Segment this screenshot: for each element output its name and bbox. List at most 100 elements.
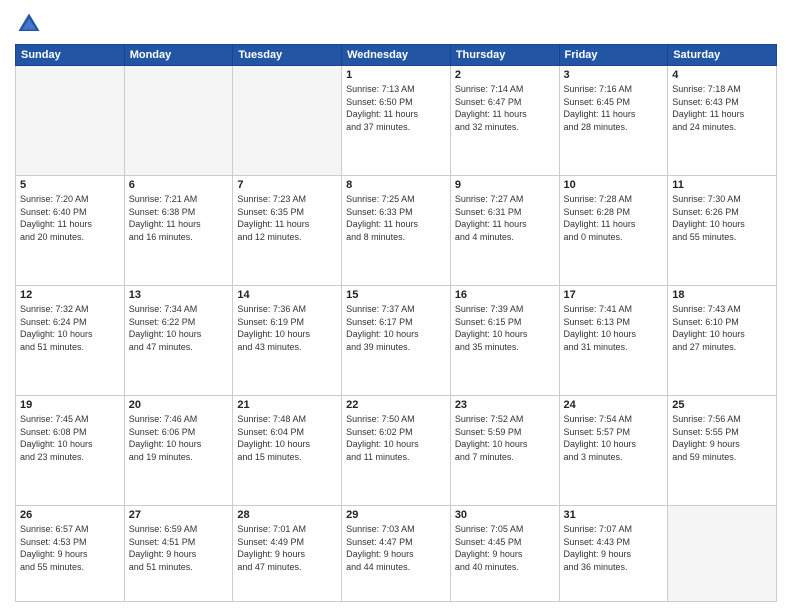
- day-number: 25: [672, 399, 772, 411]
- day-number: 26: [20, 509, 120, 521]
- day-info: Sunrise: 7:52 AMSunset: 5:59 PMDaylight:…: [455, 413, 555, 463]
- day-number: 16: [455, 289, 555, 301]
- day-number: 9: [455, 179, 555, 191]
- calendar-cell: 8 Sunrise: 7:25 AMSunset: 6:33 PMDaylight…: [342, 176, 451, 286]
- day-number: 24: [564, 399, 664, 411]
- day-number: 28: [237, 509, 337, 521]
- day-info: Sunrise: 7:46 AMSunset: 6:06 PMDaylight:…: [129, 413, 229, 463]
- day-number: 23: [455, 399, 555, 411]
- weekday-header: Monday: [124, 45, 233, 66]
- day-number: 11: [672, 179, 772, 191]
- day-info: Sunrise: 7:39 AMSunset: 6:15 PMDaylight:…: [455, 303, 555, 353]
- calendar-cell: 15 Sunrise: 7:37 AMSunset: 6:17 PMDayligh…: [342, 286, 451, 396]
- day-number: 12: [20, 289, 120, 301]
- day-info: Sunrise: 7:30 AMSunset: 6:26 PMDaylight:…: [672, 193, 772, 243]
- day-info: Sunrise: 7:41 AMSunset: 6:13 PMDaylight:…: [564, 303, 664, 353]
- day-info: Sunrise: 7:21 AMSunset: 6:38 PMDaylight:…: [129, 193, 229, 243]
- day-info: Sunrise: 7:48 AMSunset: 6:04 PMDaylight:…: [237, 413, 337, 463]
- calendar-cell: [16, 66, 125, 176]
- weekday-header: Saturday: [668, 45, 777, 66]
- calendar-cell: 21 Sunrise: 7:48 AMSunset: 6:04 PMDayligh…: [233, 396, 342, 506]
- calendar-cell: 18 Sunrise: 7:43 AMSunset: 6:10 PMDayligh…: [668, 286, 777, 396]
- day-number: 14: [237, 289, 337, 301]
- day-info: Sunrise: 7:18 AMSunset: 6:43 PMDaylight:…: [672, 83, 772, 133]
- day-info: Sunrise: 7:13 AMSunset: 6:50 PMDaylight:…: [346, 83, 446, 133]
- calendar-cell: 13 Sunrise: 7:34 AMSunset: 6:22 PMDayligh…: [124, 286, 233, 396]
- calendar-cell: 9 Sunrise: 7:27 AMSunset: 6:31 PMDaylight…: [450, 176, 559, 286]
- calendar-cell: 14 Sunrise: 7:36 AMSunset: 6:19 PMDayligh…: [233, 286, 342, 396]
- day-info: Sunrise: 7:27 AMSunset: 6:31 PMDaylight:…: [455, 193, 555, 243]
- day-info: Sunrise: 7:07 AMSunset: 4:43 PMDaylight:…: [564, 523, 664, 573]
- calendar-cell: [668, 506, 777, 602]
- weekday-header: Thursday: [450, 45, 559, 66]
- day-number: 17: [564, 289, 664, 301]
- calendar-cell: 23 Sunrise: 7:52 AMSunset: 5:59 PMDayligh…: [450, 396, 559, 506]
- calendar-cell: 30 Sunrise: 7:05 AMSunset: 4:45 PMDayligh…: [450, 506, 559, 602]
- calendar-cell: 10 Sunrise: 7:28 AMSunset: 6:28 PMDayligh…: [559, 176, 668, 286]
- day-info: Sunrise: 7:16 AMSunset: 6:45 PMDaylight:…: [564, 83, 664, 133]
- calendar-cell: 2 Sunrise: 7:14 AMSunset: 6:47 PMDaylight…: [450, 66, 559, 176]
- day-info: Sunrise: 7:36 AMSunset: 6:19 PMDaylight:…: [237, 303, 337, 353]
- weekday-header: Friday: [559, 45, 668, 66]
- day-number: 2: [455, 69, 555, 81]
- day-number: 18: [672, 289, 772, 301]
- calendar-cell: 28 Sunrise: 7:01 AMSunset: 4:49 PMDayligh…: [233, 506, 342, 602]
- day-info: Sunrise: 7:45 AMSunset: 6:08 PMDaylight:…: [20, 413, 120, 463]
- calendar-cell: 11 Sunrise: 7:30 AMSunset: 6:26 PMDayligh…: [668, 176, 777, 286]
- day-number: 8: [346, 179, 446, 191]
- logo-icon: [15, 10, 43, 38]
- calendar-cell: 4 Sunrise: 7:18 AMSunset: 6:43 PMDaylight…: [668, 66, 777, 176]
- day-info: Sunrise: 7:34 AMSunset: 6:22 PMDaylight:…: [129, 303, 229, 353]
- weekday-header: Tuesday: [233, 45, 342, 66]
- day-info: Sunrise: 7:28 AMSunset: 6:28 PMDaylight:…: [564, 193, 664, 243]
- day-number: 5: [20, 179, 120, 191]
- weekday-header: Sunday: [16, 45, 125, 66]
- weekday-header: Wednesday: [342, 45, 451, 66]
- calendar-cell: 5 Sunrise: 7:20 AMSunset: 6:40 PMDaylight…: [16, 176, 125, 286]
- calendar-cell: [233, 66, 342, 176]
- calendar-cell: 27Sunrise: 6:59 AMSunset: 4:51 PMDayligh…: [124, 506, 233, 602]
- day-info: Sunrise: 7:03 AMSunset: 4:47 PMDaylight:…: [346, 523, 446, 573]
- calendar-cell: 1 Sunrise: 7:13 AMSunset: 6:50 PMDaylight…: [342, 66, 451, 176]
- day-number: 3: [564, 69, 664, 81]
- day-info: Sunrise: 7:25 AMSunset: 6:33 PMDaylight:…: [346, 193, 446, 243]
- day-number: 4: [672, 69, 772, 81]
- day-number: 6: [129, 179, 229, 191]
- calendar-cell: 3 Sunrise: 7:16 AMSunset: 6:45 PMDaylight…: [559, 66, 668, 176]
- day-number: 1: [346, 69, 446, 81]
- day-number: 19: [20, 399, 120, 411]
- calendar-cell: 7Sunrise: 7:23 AMSunset: 6:35 PMDaylight…: [233, 176, 342, 286]
- calendar-cell: 31 Sunrise: 7:07 AMSunset: 4:43 PMDayligh…: [559, 506, 668, 602]
- calendar-cell: 25 Sunrise: 7:56 AMSunset: 5:55 PMDayligh…: [668, 396, 777, 506]
- day-number: 20: [129, 399, 229, 411]
- calendar-cell: 17 Sunrise: 7:41 AMSunset: 6:13 PMDayligh…: [559, 286, 668, 396]
- calendar-cell: 29Sunrise: 7:03 AMSunset: 4:47 PMDayligh…: [342, 506, 451, 602]
- calendar-cell: [124, 66, 233, 176]
- calendar-cell: 6 Sunrise: 7:21 AMSunset: 6:38 PMDaylight…: [124, 176, 233, 286]
- calendar-cell: 22Sunrise: 7:50 AMSunset: 6:02 PMDayligh…: [342, 396, 451, 506]
- calendar-cell: 24 Sunrise: 7:54 AMSunset: 5:57 PMDayligh…: [559, 396, 668, 506]
- day-number: 30: [455, 509, 555, 521]
- calendar-cell: 19 Sunrise: 7:45 AMSunset: 6:08 PMDayligh…: [16, 396, 125, 506]
- day-number: 10: [564, 179, 664, 191]
- day-number: 22: [346, 399, 446, 411]
- logo: [15, 10, 47, 38]
- day-info: Sunrise: 7:14 AMSunset: 6:47 PMDaylight:…: [455, 83, 555, 133]
- header: [15, 10, 777, 38]
- day-number: 31: [564, 509, 664, 521]
- day-info: Sunrise: 7:01 AMSunset: 4:49 PMDaylight:…: [237, 523, 337, 573]
- day-number: 13: [129, 289, 229, 301]
- day-info: Sunrise: 7:56 AMSunset: 5:55 PMDaylight:…: [672, 413, 772, 463]
- calendar-cell: 20 Sunrise: 7:46 AMSunset: 6:06 PMDayligh…: [124, 396, 233, 506]
- day-info: Sunrise: 7:32 AMSunset: 6:24 PMDaylight:…: [20, 303, 120, 353]
- day-number: 15: [346, 289, 446, 301]
- day-info: Sunrise: 7:20 AMSunset: 6:40 PMDaylight:…: [20, 193, 120, 243]
- day-info: Sunrise: 6:59 AMSunset: 4:51 PMDaylight:…: [129, 523, 229, 573]
- day-info: Sunrise: 7:43 AMSunset: 6:10 PMDaylight:…: [672, 303, 772, 353]
- day-number: 21: [237, 399, 337, 411]
- day-info: Sunrise: 6:57 AMSunset: 4:53 PMDaylight:…: [20, 523, 120, 573]
- day-info: Sunrise: 7:54 AMSunset: 5:57 PMDaylight:…: [564, 413, 664, 463]
- day-number: 7: [237, 179, 337, 191]
- day-info: Sunrise: 7:37 AMSunset: 6:17 PMDaylight:…: [346, 303, 446, 353]
- day-info: Sunrise: 7:05 AMSunset: 4:45 PMDaylight:…: [455, 523, 555, 573]
